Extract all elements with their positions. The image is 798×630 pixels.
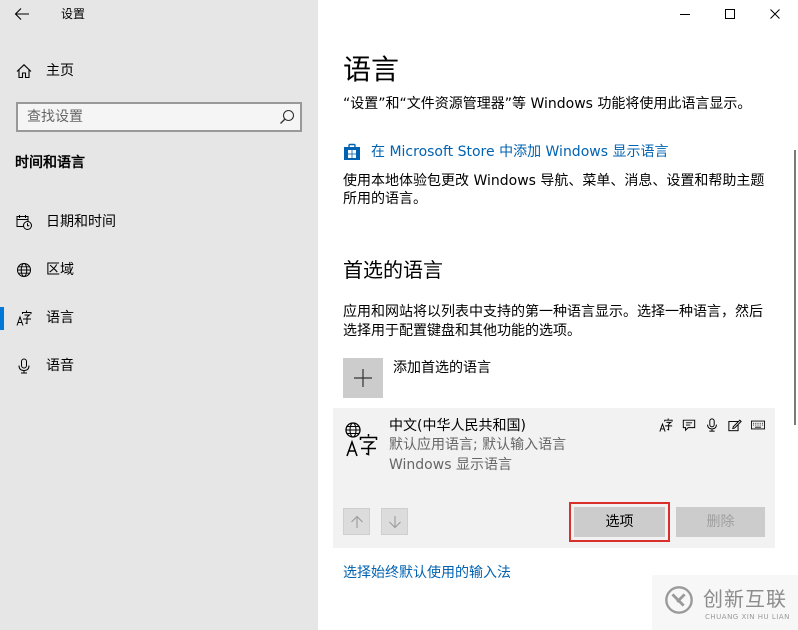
language-icon — [16, 310, 32, 326]
language-icon — [345, 422, 378, 457]
language-pack-icon — [659, 418, 673, 432]
preferred-languages-heading: 首选的语言 — [343, 258, 443, 282]
search-box — [16, 102, 302, 132]
maximize-button[interactable] — [707, 0, 753, 28]
default-input-method-link[interactable]: 选择始终默认使用的输入法 — [343, 564, 511, 582]
sidebar-item-region[interactable]: 区域 — [0, 246, 318, 294]
move-down-button[interactable] — [381, 508, 408, 535]
store-link[interactable]: 在 Microsoft Store 中添加 Windows 显示语言 — [343, 143, 668, 161]
speech-recognition-icon — [707, 418, 717, 432]
text-to-speech-icon — [682, 419, 696, 432]
watermark-logo-icon — [665, 586, 693, 614]
arrow-down-icon — [388, 515, 401, 528]
watermark-text: 创新互联 — [703, 587, 787, 611]
home-link[interactable]: 主页 — [0, 47, 318, 95]
search-icon — [280, 109, 295, 124]
sidebar-item-date-time[interactable]: 日期和时间 — [0, 198, 318, 246]
page-title: 语言 — [343, 53, 400, 86]
watermark: 创新互联 CHUANG XIN HU LIAN — [652, 575, 798, 630]
store-description: 使用本地体验包更改 Windows 导航、菜单、消息、设置和帮助主题所用的语言。 — [343, 173, 765, 207]
add-language-label: 添加首选的语言 — [393, 360, 491, 376]
language-list-item[interactable]: 中文(中华人民共和国) 默认应用语言; 默认输入语言 Windows 显示语言 — [333, 408, 775, 548]
back-button[interactable] — [6, 0, 38, 28]
minimize-icon — [680, 14, 690, 15]
sidebar-item-label: 语言 — [46, 310, 74, 326]
home-icon — [16, 64, 32, 79]
microphone-icon — [18, 358, 30, 374]
store-icon — [344, 143, 360, 160]
language-detail: Windows 显示语言 — [389, 457, 512, 473]
store-link-label: 在 Microsoft Store 中添加 Windows 显示语言 — [371, 144, 669, 160]
handwriting-icon — [728, 419, 742, 432]
maximize-icon — [725, 9, 735, 19]
sidebar-item-language[interactable]: 语言 — [0, 294, 318, 342]
sidebar: 设置 主页 时间和语言 日期和时间 — [0, 0, 318, 630]
sidebar-item-label: 区域 — [46, 262, 74, 278]
move-up-button[interactable] — [343, 508, 370, 535]
close-button[interactable] — [752, 0, 798, 28]
preferred-languages-description: 应用和网站将以列表中支持的第一种语言显示。选择一种语言，然后选择用于配置键盘和其… — [343, 304, 763, 339]
region-globe-icon — [17, 263, 31, 277]
minimize-button[interactable] — [662, 0, 708, 28]
language-detail: 默认应用语言; 默认输入语言 — [389, 437, 567, 453]
language-feature-icons — [659, 418, 765, 432]
plus-icon — [354, 369, 372, 387]
close-icon — [770, 9, 780, 19]
app-title: 设置 — [61, 7, 86, 21]
arrow-up-icon — [350, 515, 363, 528]
sidebar-item-label: 语音 — [46, 358, 74, 374]
search-input[interactable] — [18, 104, 268, 130]
home-label: 主页 — [46, 63, 74, 79]
options-button[interactable]: 选项 — [574, 507, 665, 537]
scrollbar-thumb[interactable] — [794, 150, 796, 425]
remove-button[interactable]: 删除 — [676, 507, 765, 537]
selection-indicator — [0, 307, 4, 330]
search-button[interactable] — [279, 109, 295, 125]
language-name: 中文(中华人民共和国) — [389, 418, 526, 434]
plus-box — [343, 358, 383, 398]
sidebar-item-speech[interactable]: 语音 — [0, 342, 318, 390]
calendar-clock-icon — [16, 215, 32, 230]
add-language-button[interactable]: 添加首选的语言 — [343, 358, 491, 398]
keyboard-icon — [751, 420, 765, 430]
section-title: 时间和语言 — [15, 155, 85, 171]
sidebar-item-label: 日期和时间 — [46, 214, 116, 230]
watermark-subtext: CHUANG XIN HU LIAN — [705, 613, 790, 621]
intro-text: “设置”和“文件资源管理器”等 Windows 功能将使用此语言显示。 — [343, 96, 752, 112]
back-arrow-icon — [14, 8, 29, 20]
